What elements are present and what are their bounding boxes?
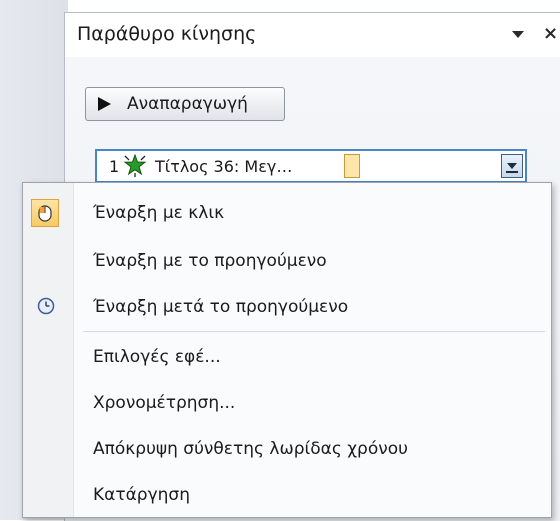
menu-separator (83, 331, 545, 332)
menu-item-label: Επιλογές εφέ... (93, 347, 221, 367)
pane-header: Παράθυρο κίνησης × (65, 13, 560, 57)
play-button-label: Αναπαραγωγή (127, 94, 248, 114)
chevron-down-icon (507, 163, 517, 169)
menu-item-start-with-previous[interactable]: Έναρξη με το προηγούμενο (23, 239, 551, 283)
menu-item-label: Έναρξη με το προηγούμενο (93, 251, 327, 271)
pane-options-icon[interactable] (512, 31, 524, 38)
menu-item-label: Έναρξη μετά το προηγούμενο (93, 297, 349, 317)
menu-item-start-on-click[interactable]: Έναρξη με κλικ (23, 191, 551, 235)
close-icon[interactable]: × (543, 23, 558, 45)
menu-item-label: Κατάργηση (93, 485, 190, 505)
green-star-icon (123, 154, 147, 177)
menu-item-remove[interactable]: Κατάργηση (23, 473, 551, 517)
animation-title: Τίτλος 36: Μεγ… (155, 157, 293, 176)
dropdown-underline (506, 171, 518, 173)
pane-title: Παράθυρο κίνησης (77, 23, 257, 45)
menu-item-label: Έναρξη με κλικ (93, 203, 225, 223)
context-menu: Έναρξη με κλικ Έναρξη με το προηγούμενο … (22, 182, 552, 518)
animation-list-item[interactable]: 1 Τίτλος 36: Μεγ… (95, 149, 527, 183)
item-dropdown-button[interactable] (501, 154, 523, 178)
clock-icon (37, 297, 55, 315)
menu-item-timing[interactable]: Χρονομέτρηση... (23, 381, 551, 425)
menu-item-label: Χρονομέτρηση... (93, 393, 236, 413)
mouse-icon (38, 205, 52, 222)
play-button[interactable]: Αναπαραγωγή (85, 87, 285, 121)
menu-item-hide-advanced-timeline[interactable]: Απόκρυψη σύνθετης λωρίδας χρόνου (23, 427, 551, 471)
animation-index: 1 (109, 157, 120, 176)
menu-item-effect-options[interactable]: Επιλογές εφέ... (23, 335, 551, 379)
menu-item-start-after-previous[interactable]: Έναρξη μετά το προηγούμενο (23, 285, 551, 329)
play-icon (98, 97, 111, 111)
timeline-bar[interactable] (344, 154, 360, 178)
menu-item-label: Απόκρυψη σύνθετης λωρίδας χρόνου (93, 439, 408, 459)
